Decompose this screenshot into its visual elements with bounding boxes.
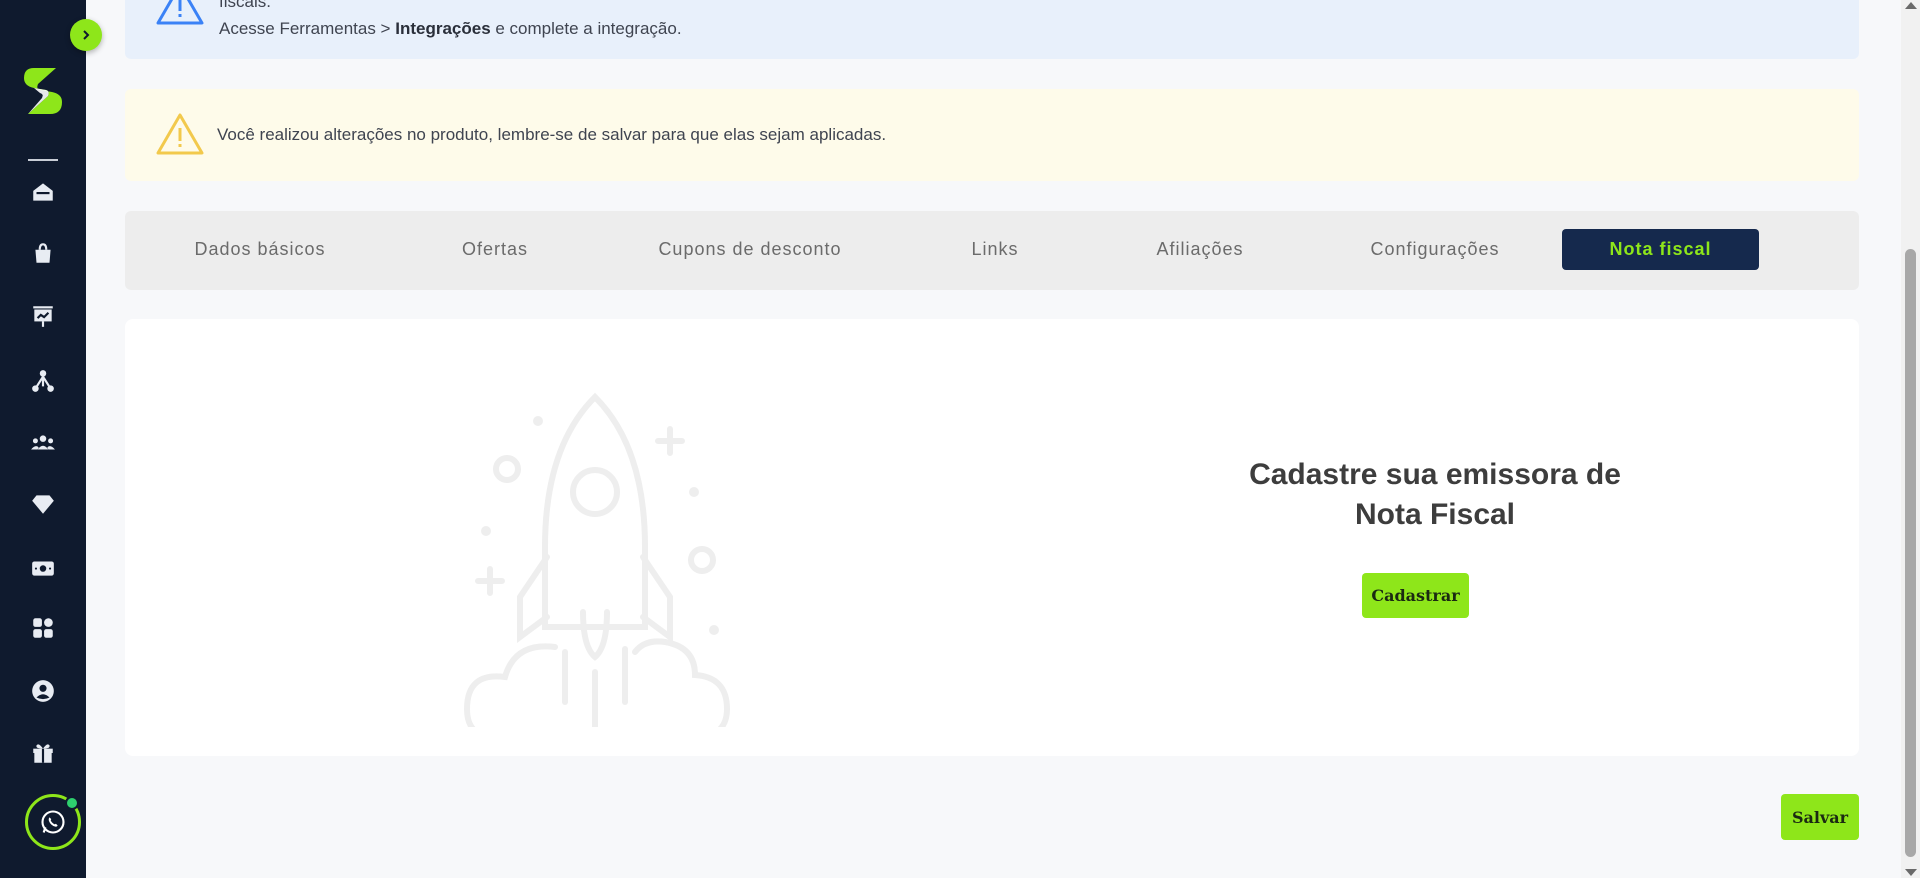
presentation-chart-icon [33,306,53,327]
scroll-down-arrow-icon[interactable] [1905,869,1917,876]
info-alert-text-line2: Acesse Ferramentas > Integrações e compl… [219,19,682,39]
sidebar-item-dashboard[interactable] [25,298,61,334]
sidebar-item-rewards[interactable] [25,735,61,771]
sidebar-item-premium[interactable] [25,486,61,522]
tab-afiliacoes[interactable]: Afiliações [1115,229,1285,270]
warning-triangle-icon [156,0,204,25]
unsaved-changes-alert: Você realizou alterações no produto, lem… [125,89,1859,181]
tab-dados-basicos[interactable]: Dados básicos [165,229,355,270]
user-circle-icon [32,680,54,702]
register-invoice-issuer-button[interactable]: Cadastrar [1362,573,1469,618]
online-status-dot [65,796,79,810]
integrations-link[interactable]: Integrações [395,19,490,38]
home-icon [33,183,53,201]
sidebar-item-apps[interactable] [25,610,61,646]
info-alert-prefix: Acesse Ferramentas > [219,19,396,38]
info-alert-suffix: e complete a integração. [490,19,682,38]
page-scrollbar[interactable] [1901,0,1920,878]
sidebar [0,0,86,878]
product-tabs: Dados básicos Ofertas Cupons de desconto… [125,211,1859,290]
affiliates-network-icon [32,370,54,392]
empty-state-title-line1: Cadastre sua emissora de [1249,458,1621,491]
rocket-illustration [463,392,731,727]
sidebar-toggle-button[interactable] [70,19,102,51]
empty-state-title-line2: Nota Fiscal [1354,498,1516,531]
scroll-up-arrow-icon[interactable] [1905,2,1917,9]
sidebar-item-financial[interactable] [25,550,61,586]
tab-cupons[interactable]: Cupons de desconto [635,229,865,270]
integration-info-alert: fiscais. Acesse Ferramentas > Integraçõe… [125,0,1859,59]
warning-alert-text: Você realizou alterações no produto, lem… [217,125,887,144]
diamond-icon [32,495,54,514]
warning-triangle-icon [156,113,204,155]
sidebar-item-products[interactable] [25,235,61,271]
scroll-thumb[interactable] [1905,249,1916,857]
save-button[interactable]: Salvar [1781,794,1859,840]
sidebar-item-members[interactable] [25,425,61,461]
chevron-right-icon [83,30,90,40]
gift-icon [33,744,53,763]
sidebar-item-affiliates[interactable] [25,363,61,399]
users-group-icon [31,435,55,450]
whatsapp-button[interactable] [25,794,81,850]
empty-state-title: Cadastre sua emissora de Nota Fiscal [1185,455,1685,535]
info-alert-text-line1: fiscais. [219,0,271,11]
sidebar-item-home[interactable] [25,174,61,210]
sidebar-divider [28,159,58,161]
tab-configuracoes[interactable]: Configurações [1335,229,1535,270]
tab-nota-fiscal[interactable]: Nota fiscal [1562,229,1759,270]
invoice-empty-state-card: Cadastre sua emissora de Nota Fiscal Cad… [125,319,1859,756]
whatsapp-icon [41,810,65,834]
shopping-bag-icon [35,243,51,263]
tab-links[interactable]: Links [935,229,1055,270]
money-icon [32,561,54,576]
apps-grid-icon [33,618,53,638]
sidebar-item-account[interactable] [25,673,61,709]
tab-ofertas[interactable]: Ofertas [415,229,575,270]
brand-logo[interactable] [20,66,66,116]
